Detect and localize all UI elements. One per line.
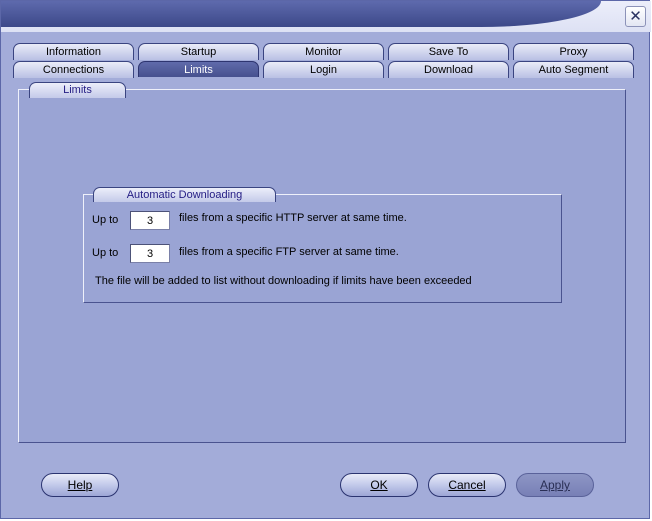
panel-title: Limits <box>29 82 126 98</box>
settings-dialog: ✕ Information Startup Monitor Save To Pr… <box>0 0 651 519</box>
ok-button[interactable]: OK <box>340 473 418 497</box>
tab-login[interactable]: Login <box>263 61 384 78</box>
tab-label: Connections <box>42 64 105 76</box>
tab-connections[interactable]: Connections <box>13 61 134 78</box>
tab-label: Startup <box>180 46 217 58</box>
tab-save-to[interactable]: Save To <box>388 43 509 60</box>
ftp-suffix-label: files from a specific FTP server at same… <box>179 246 399 258</box>
tab-label: Save To <box>428 46 469 58</box>
title-bar-accent <box>1 1 601 27</box>
help-button[interactable]: Help <box>41 473 119 497</box>
tab-label: Download <box>424 64 473 76</box>
ftp-limit-input[interactable] <box>130 244 170 263</box>
group-title: Automatic Downloading <box>93 187 276 202</box>
tab-download[interactable]: Download <box>388 61 509 78</box>
tab-label: Proxy <box>559 46 588 58</box>
cancel-button-label: Cancel <box>448 478 486 492</box>
apply-button-label: Apply <box>539 478 571 492</box>
ftp-prefix-label: Up to <box>92 247 119 259</box>
tab-label: Auto Segment <box>538 64 609 76</box>
limit-note: The file will be added to list without d… <box>95 275 472 287</box>
tab-monitor[interactable]: Monitor <box>263 43 384 60</box>
cancel-button[interactable]: Cancel <box>428 473 506 497</box>
tab-label: Monitor <box>305 46 342 58</box>
tab-proxy[interactable]: Proxy <box>513 43 634 60</box>
title-bar: ✕ <box>1 1 651 32</box>
tab-label: Limits <box>184 64 213 76</box>
tab-information[interactable]: Information <box>13 43 134 60</box>
http-prefix-label: Up to <box>92 214 119 226</box>
close-icon: ✕ <box>629 7 642 25</box>
close-button[interactable]: ✕ <box>625 6 646 27</box>
help-button-label: Help <box>67 478 93 492</box>
ok-button-label: OK <box>370 478 388 492</box>
http-limit-input[interactable] <box>130 211 170 230</box>
http-suffix-label: files from a specific HTTP server at sam… <box>179 212 407 224</box>
tab-auto-segment[interactable]: Auto Segment <box>513 61 634 78</box>
tab-label: Login <box>310 64 337 76</box>
tab-limits[interactable]: Limits <box>138 61 259 77</box>
apply-button[interactable]: Apply <box>516 473 594 497</box>
tab-label: Information <box>45 46 102 58</box>
tab-startup[interactable]: Startup <box>138 43 259 60</box>
